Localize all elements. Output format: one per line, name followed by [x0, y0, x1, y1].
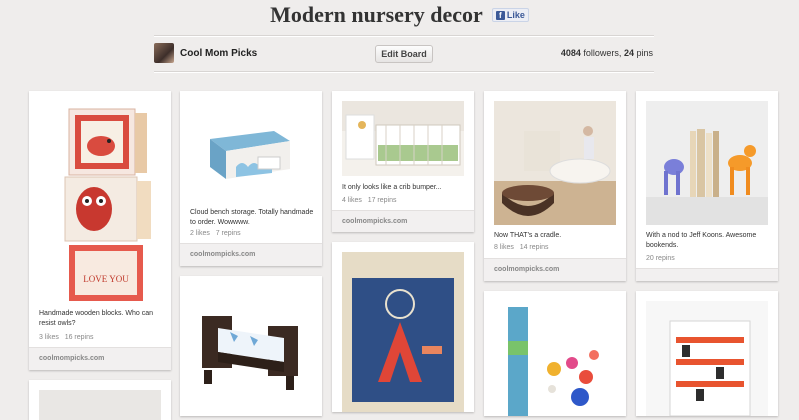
pin-stats: 4 likes 17 repins	[342, 197, 396, 204]
owner-name[interactable]: Cool Mom Picks	[180, 48, 257, 59]
pin-card[interactable]	[332, 242, 474, 412]
pin-card[interactable]: It only looks like a crib bumper... 4 li…	[332, 91, 474, 232]
pin-image-mobile[interactable]	[494, 301, 616, 416]
facebook-icon: f	[495, 10, 505, 20]
pin-image-cloud-bench[interactable]	[190, 101, 312, 201]
divider	[154, 72, 654, 73]
pin-image-toddler-bed[interactable]	[190, 286, 312, 406]
pin-likes: 2 likes	[190, 230, 210, 237]
pin-card[interactable]	[180, 276, 322, 416]
pin-card[interactable]: Now THAT's a cradle. 8 likes 14 repins c…	[484, 91, 626, 281]
pins-count: 24	[623, 48, 634, 58]
pin-source[interactable]	[636, 268, 778, 281]
board-title: Modern nursery decor	[270, 2, 483, 27]
edit-board-button[interactable]: Edit Board	[375, 45, 433, 63]
pin-card[interactable]: Cloud bench storage. Totally handmade to…	[180, 91, 322, 266]
pin-repins: 20 repins	[646, 255, 675, 262]
pin-card[interactable]	[484, 291, 626, 416]
like-label: Like	[506, 9, 525, 20]
pin-source[interactable]: coolmompicks.com	[332, 210, 474, 232]
pin-repins: 7 repins	[215, 230, 241, 237]
pin-stats: 3 likes 16 repins	[39, 334, 93, 341]
pin-stats: 20 repins	[646, 255, 675, 262]
pin-description: With a nod to Jeff Koons. Awesome booken…	[646, 232, 757, 249]
pin-image-cradle[interactable]	[494, 101, 616, 225]
pins-label: pins	[636, 48, 653, 58]
followers-count: 4084	[560, 48, 581, 58]
pin-image-crib[interactable]	[342, 101, 464, 176]
board-owner[interactable]: Cool Mom Picks	[154, 43, 257, 63]
pin-card[interactable]: With a nod to Jeff Koons. Awesome booken…	[636, 91, 778, 281]
pin-likes: 3 likes	[39, 334, 59, 341]
pin-stats: 2 likes 7 repins	[190, 230, 241, 237]
avatar[interactable]	[154, 43, 174, 63]
followers-label: followers,	[583, 48, 622, 58]
pin-repins: 14 repins	[519, 244, 549, 251]
board-stats: 4084 followers, 24 pins	[560, 48, 653, 58]
pin-description: Handmade wooden blocks. Who can resist o…	[39, 310, 154, 327]
pin-image-wooden-blocks[interactable]: LOVE YOU	[39, 101, 161, 301]
pin-image[interactable]	[39, 390, 161, 420]
pin-source[interactable]: coolmompicks.com	[29, 347, 171, 370]
pin-card[interactable]: LOVE YOU Handmade wooden blocks. Who can…	[29, 91, 171, 370]
pin-description: Now THAT's a cradle.	[494, 232, 562, 239]
pin-card[interactable]	[29, 380, 171, 420]
pin-likes: 8 likes	[494, 244, 514, 251]
board-title-bar: Modern nursery decor f Like	[0, 2, 799, 28]
image-label: LOVE YOU	[83, 274, 129, 284]
pin-image-dresser[interactable]	[646, 301, 768, 416]
pin-source[interactable]: coolmompicks.com	[180, 243, 322, 266]
divider	[154, 36, 654, 37]
pin-stats: 8 likes 14 repins	[494, 244, 548, 251]
pin-image-letter-art[interactable]	[342, 252, 464, 412]
pin-image-bookends[interactable]	[646, 101, 768, 225]
pin-source[interactable]: coolmompicks.com	[484, 258, 626, 281]
pin-description: It only looks like a crib bumper...	[342, 184, 442, 191]
pin-repins: 17 repins	[367, 197, 397, 204]
pin-description: Cloud bench storage. Totally handmade to…	[190, 209, 314, 226]
pin-repins: 16 repins	[64, 334, 94, 341]
facebook-like-button[interactable]: f Like	[491, 7, 529, 22]
pin-likes: 4 likes	[342, 197, 362, 204]
pin-card[interactable]	[636, 291, 778, 416]
